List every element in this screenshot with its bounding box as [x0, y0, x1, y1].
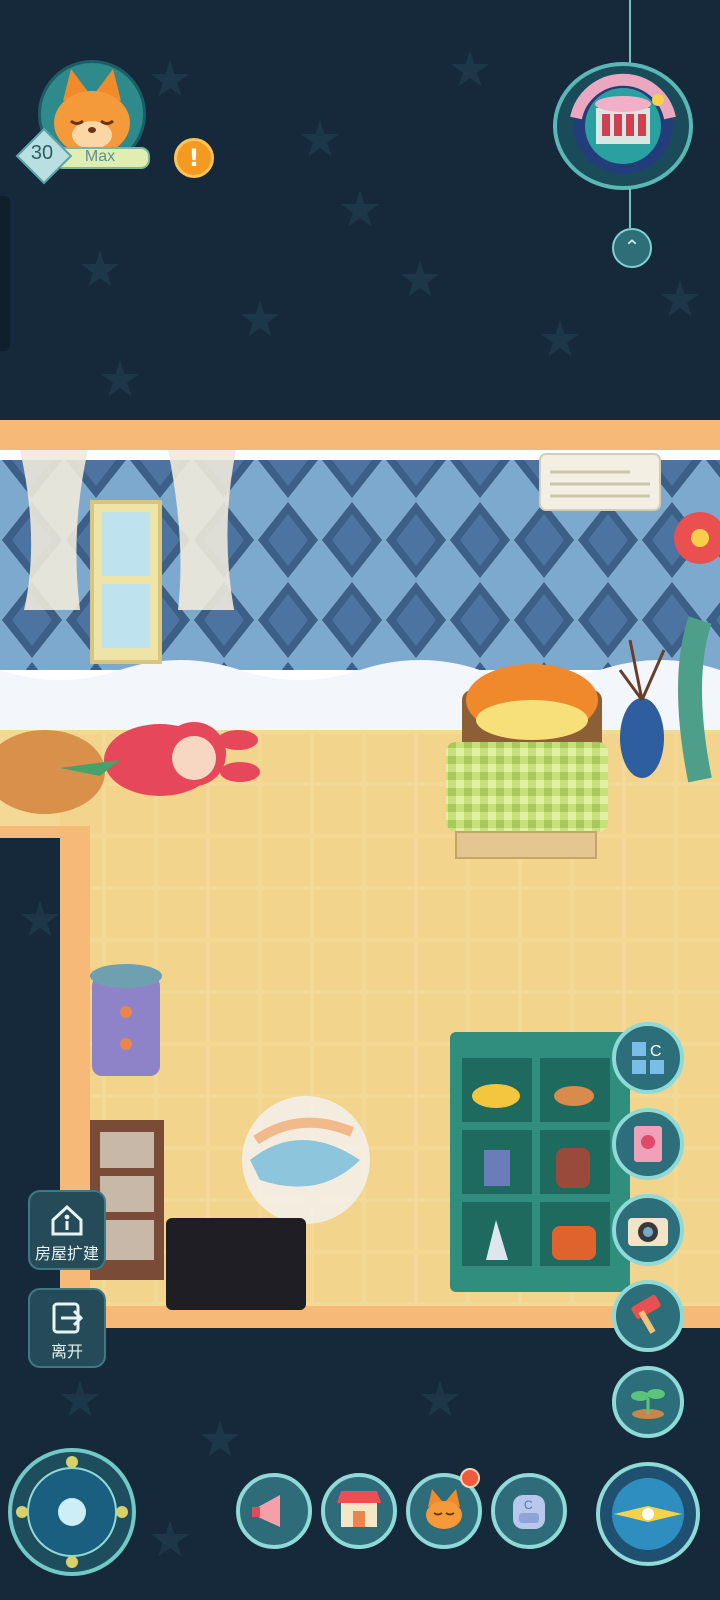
exclamation-icon[interactable]: ! — [174, 138, 214, 178]
backpack-icon: C — [513, 1495, 545, 1529]
svg-text:C: C — [524, 1498, 533, 1512]
left-edge-handle[interactable] — [0, 196, 10, 351]
camera-icon — [628, 1218, 668, 1246]
hammer-button[interactable] — [612, 1280, 684, 1352]
camera-button[interactable] — [612, 1194, 684, 1266]
shop-icon — [337, 1491, 381, 1527]
house-ornament-button[interactable] — [552, 60, 694, 192]
sprout-icon — [631, 1389, 665, 1419]
sprout-button[interactable] — [612, 1366, 684, 1438]
hanging-string-lower — [629, 188, 631, 228]
compass-icon — [596, 1462, 700, 1566]
player-level: 30 — [30, 142, 54, 164]
hanging-string — [629, 0, 631, 64]
megaphone-button[interactable] — [236, 1473, 312, 1549]
house-info-icon — [30, 1200, 104, 1240]
exit-icon — [30, 1298, 104, 1338]
backpack-button[interactable]: C — [491, 1473, 567, 1549]
room-scene — [0, 420, 720, 1356]
notification-dot — [460, 1468, 480, 1488]
leave-button[interactable]: 离开 — [28, 1288, 106, 1368]
book-icon — [634, 1126, 662, 1162]
compass-button[interactable] — [594, 1460, 702, 1568]
expand-house-label: 房屋扩建 — [34, 1244, 99, 1263]
layout-c-button[interactable]: C — [612, 1022, 684, 1094]
chevron-up-icon[interactable]: ⌃ — [612, 228, 652, 268]
leave-label: 离开 — [50, 1342, 83, 1361]
shop-button[interactable] — [321, 1473, 397, 1549]
magic-circle-button[interactable] — [8, 1448, 136, 1576]
layout-c-icon: C — [632, 1042, 664, 1074]
megaphone-icon — [252, 1495, 280, 1527]
svg-text:C: C — [650, 1043, 662, 1060]
hammer-icon — [631, 1295, 661, 1334]
expand-house-button[interactable]: 房屋扩建 — [28, 1190, 106, 1270]
book-button[interactable] — [612, 1108, 684, 1180]
